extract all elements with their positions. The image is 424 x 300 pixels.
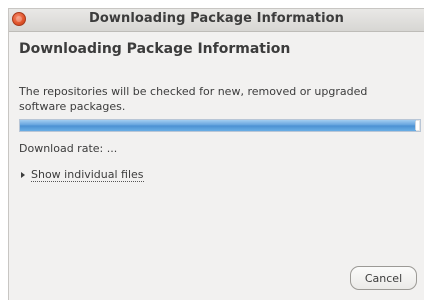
expander-label[interactable]: Show individual files (31, 168, 144, 182)
description-text: The repositories will be checked for new… (19, 85, 368, 113)
download-rate-label: Download rate: (19, 142, 104, 155)
progress-fill (20, 120, 416, 131)
show-files-expander[interactable]: Show individual files (19, 168, 144, 182)
dialog-window: Downloading Package Information Download… (8, 8, 424, 300)
download-rate: Download rate: ... (19, 142, 117, 155)
download-rate-value: ... (106, 142, 118, 155)
page-heading: Downloading Package Information (19, 41, 291, 57)
expander-arrow-icon[interactable] (21, 172, 25, 178)
title-bar[interactable]: Downloading Package Information (9, 9, 424, 32)
progress-remaining (415, 121, 419, 130)
cancel-button[interactable]: Cancel (350, 266, 417, 290)
window-title: Downloading Package Information (88, 11, 345, 26)
download-progress-bar (19, 119, 421, 132)
